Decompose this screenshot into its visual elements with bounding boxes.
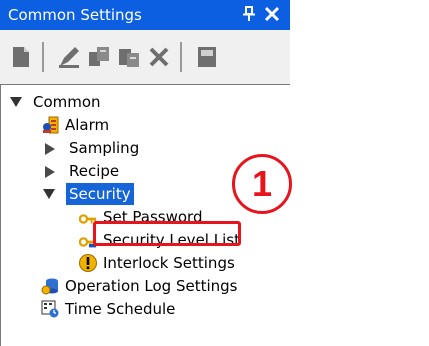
properties-button[interactable] — [194, 44, 220, 70]
alarm-icon — [43, 116, 59, 134]
tree-item-operation-log-settings[interactable]: Operation Log Settings — [1, 275, 290, 297]
edit-icon — [59, 47, 79, 68]
properties-icon — [198, 47, 216, 67]
toolbar — [0, 30, 290, 84]
duplicate-icon — [89, 47, 109, 66]
edit-button[interactable] — [56, 44, 82, 70]
expanded-arrow-icon — [10, 97, 22, 107]
delete-button[interactable] — [146, 44, 172, 70]
close-icon[interactable] — [264, 6, 280, 26]
tree-item-time-schedule[interactable]: Time Schedule — [1, 298, 290, 320]
delete-icon — [149, 47, 169, 67]
tree-item-label: Security — [66, 183, 134, 205]
panel-titlebar[interactable]: Common Settings — [0, 0, 290, 30]
interlock-warning-icon — [79, 254, 97, 272]
time-schedule-icon — [41, 300, 59, 318]
settings-tree: Common Alarm Sampling Recipe Security Se… — [0, 84, 290, 346]
tree-item-label: Recipe — [69, 162, 120, 180]
tree-item-interlock-settings[interactable]: Interlock Settings — [1, 252, 290, 274]
new-document-icon — [13, 47, 29, 67]
tree-item-label: Interlock Settings — [103, 254, 235, 272]
copy-button[interactable] — [116, 44, 142, 70]
set-password-highlight — [93, 221, 241, 246]
duplicate-button[interactable] — [86, 44, 112, 70]
tree-item-label: Operation Log Settings — [65, 277, 238, 295]
expanded-arrow-icon — [43, 189, 55, 199]
tree-item-label: Sampling — [69, 139, 140, 157]
tree-item-label: Time Schedule — [65, 300, 176, 318]
tree-item-sampling[interactable]: Sampling — [1, 137, 290, 159]
step-number: 1 — [251, 163, 273, 204]
tree-item-alarm[interactable]: Alarm — [1, 114, 290, 136]
copy-icon — [119, 49, 139, 67]
panel-title: Common Settings — [8, 6, 142, 24]
tree-item-label: Common — [33, 93, 101, 111]
toolbar-separator — [42, 42, 44, 72]
new-document-button[interactable] — [8, 44, 34, 70]
tree-item-common[interactable]: Common — [1, 91, 290, 113]
operation-log-icon — [41, 278, 58, 295]
tree-item-label: Alarm — [65, 116, 110, 134]
pin-icon[interactable] — [242, 6, 256, 26]
collapsed-arrow-icon — [45, 143, 55, 155]
toolbar-separator — [180, 42, 182, 72]
step-number-callout: 1 — [232, 154, 292, 214]
collapsed-arrow-icon — [45, 166, 55, 178]
